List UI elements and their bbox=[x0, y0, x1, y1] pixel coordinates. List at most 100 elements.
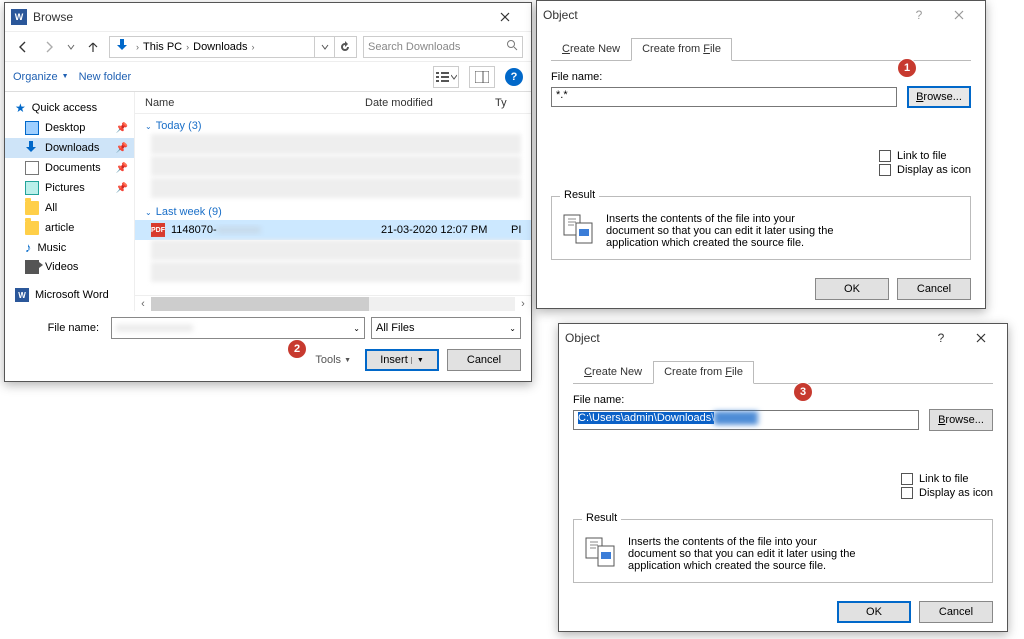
close-button[interactable] bbox=[961, 326, 1001, 350]
insert-button[interactable]: Insert ▼ bbox=[365, 349, 439, 371]
tab-create-new[interactable]: Create New bbox=[573, 361, 653, 384]
object2-titlebar: Object ? bbox=[559, 324, 1007, 352]
sidebar-item-desktop[interactable]: Desktop📌 bbox=[5, 118, 134, 138]
col-type[interactable]: Ty bbox=[495, 97, 507, 109]
view-icons-button[interactable] bbox=[433, 66, 459, 88]
link-to-file-checkbox[interactable]: Link to file bbox=[901, 473, 993, 485]
sidebar-item-quickaccess[interactable]: ★ Quick access bbox=[5, 98, 134, 118]
sidebar-item-msword[interactable]: W Microsoft Word bbox=[5, 285, 134, 305]
chevron-down-icon: ⌄ bbox=[145, 122, 152, 131]
search-icon bbox=[506, 39, 518, 54]
folder-icon bbox=[25, 221, 39, 235]
browse-titlebar: W Browse bbox=[5, 3, 531, 31]
close-button[interactable] bbox=[939, 3, 979, 27]
cancel-button[interactable]: Cancel bbox=[447, 349, 521, 371]
tab-create-from-file[interactable]: Create from File bbox=[631, 38, 732, 61]
forward-button[interactable] bbox=[39, 37, 59, 57]
ok-button[interactable]: OK bbox=[815, 278, 889, 300]
blurred-file-row[interactable] bbox=[151, 178, 521, 198]
ok-button[interactable]: OK bbox=[837, 601, 911, 623]
callout-badge-1: 1 bbox=[897, 58, 917, 78]
pictures-icon bbox=[25, 181, 39, 195]
group-lastweek[interactable]: ⌄ Last week (9) bbox=[135, 200, 531, 220]
column-headers[interactable]: Name Date modified Ty bbox=[135, 92, 531, 114]
button-row: Tools▼ 2 Insert ▼ Cancel bbox=[5, 345, 531, 381]
filetype-select[interactable]: All Files⌄ bbox=[371, 317, 521, 339]
scroll-thumb[interactable] bbox=[151, 297, 369, 311]
help-button[interactable]: ? bbox=[899, 3, 939, 27]
scroll-right-button[interactable]: › bbox=[515, 298, 531, 310]
sidebar-item-article[interactable]: article bbox=[5, 218, 134, 238]
link-to-file-checkbox[interactable]: Link to file bbox=[879, 150, 971, 162]
scroll-left-button[interactable]: ‹ bbox=[135, 298, 151, 310]
checkbox-icon bbox=[901, 487, 913, 499]
sidebar-item-downloads[interactable]: Downloads📌 bbox=[5, 138, 134, 158]
tab-create-new[interactable]: Create New bbox=[551, 38, 631, 61]
sidebar-item-pictures[interactable]: Pictures📌 bbox=[5, 178, 134, 198]
blurred-file-row[interactable] bbox=[151, 134, 521, 154]
back-button[interactable] bbox=[13, 37, 33, 57]
filename-label: File name: bbox=[15, 322, 105, 334]
browse-title: Browse bbox=[33, 10, 73, 24]
nav-row: › This PC › Downloads › Search Downloads bbox=[5, 31, 531, 61]
cancel-button[interactable]: Cancel bbox=[919, 601, 993, 623]
scroll-track[interactable] bbox=[151, 297, 515, 311]
group-today[interactable]: ⌄ Today (3) bbox=[135, 114, 531, 134]
breadcrumb-thispc[interactable]: This PC bbox=[139, 41, 186, 53]
browse-button[interactable]: Browse... bbox=[907, 86, 971, 108]
breadcrumb-downloads[interactable]: Downloads bbox=[189, 41, 251, 53]
tab-create-from-file[interactable]: Create from File bbox=[653, 361, 754, 384]
col-name[interactable]: Name bbox=[145, 97, 365, 109]
sidebar-item-all[interactable]: All bbox=[5, 198, 134, 218]
help-button[interactable]: ? bbox=[505, 68, 523, 86]
pin-icon: 📌 bbox=[116, 163, 128, 174]
word-icon: W bbox=[11, 9, 27, 25]
object2-title: Object bbox=[565, 331, 600, 345]
filename-row: File name: xxxxxxxxxxxxxx ⌄ All Files⌄ bbox=[5, 311, 531, 345]
breadcrumb[interactable]: › This PC › Downloads › bbox=[109, 36, 357, 58]
music-icon: ♪ bbox=[25, 241, 32, 254]
breadcrumb-dropdown[interactable] bbox=[314, 37, 334, 57]
search-input[interactable]: Search Downloads bbox=[363, 36, 523, 58]
sidebar-item-documents[interactable]: Documents📌 bbox=[5, 158, 134, 178]
sidebar-item-videos[interactable]: Videos bbox=[5, 257, 134, 277]
close-button[interactable] bbox=[485, 5, 525, 29]
filename-input[interactable]: C:\Users\admin\Downloads\xxxxxxxx bbox=[573, 410, 919, 430]
blurred-file-row[interactable] bbox=[151, 156, 521, 176]
filename-input[interactable]: *.* bbox=[551, 87, 897, 107]
pin-icon: 📌 bbox=[116, 123, 128, 134]
newfolder-button[interactable]: New folder bbox=[79, 71, 132, 83]
filename-input[interactable]: xxxxxxxxxxxxxx ⌄ bbox=[111, 317, 365, 339]
display-as-icon-checkbox[interactable]: Display as icon bbox=[901, 487, 993, 499]
result-legend: Result bbox=[582, 512, 621, 524]
result-icon bbox=[584, 536, 618, 570]
help-button[interactable]: ? bbox=[921, 326, 961, 350]
browse-dialog: W Browse › This PC › Downloads › bbox=[4, 2, 532, 382]
blurred-file-row[interactable] bbox=[151, 262, 521, 282]
callout-badge-3: 3 bbox=[793, 382, 813, 402]
col-date[interactable]: Date modified bbox=[365, 97, 495, 109]
search-placeholder: Search Downloads bbox=[368, 41, 460, 53]
organize-button[interactable]: Organize▼ bbox=[13, 71, 69, 83]
up-button[interactable] bbox=[83, 37, 103, 57]
preview-pane-button[interactable] bbox=[469, 66, 495, 88]
horizontal-scrollbar[interactable]: ‹ › bbox=[135, 295, 531, 311]
refresh-button[interactable] bbox=[334, 37, 354, 57]
dialog-buttons: OK Cancel bbox=[559, 593, 1007, 631]
file-row-pdf[interactable]: PDF 1148070-xxxxxxxx 21-03-2020 12:07 PM… bbox=[135, 220, 531, 240]
object-dialog-1: Object ? Create New Create from File Fil… bbox=[536, 0, 986, 309]
tools-dropdown[interactable]: Tools▼ bbox=[315, 354, 351, 366]
checkbox-icon bbox=[879, 150, 891, 162]
object1-titlebar: Object ? bbox=[537, 1, 985, 29]
sidebar-item-music[interactable]: ♪ Music bbox=[5, 238, 134, 257]
object1-title: Object bbox=[543, 8, 578, 22]
recent-dropdown[interactable] bbox=[65, 37, 77, 57]
blurred-file-row[interactable] bbox=[151, 240, 521, 260]
file-pane: Name Date modified Ty ⌄ Today (3) ⌄ Last… bbox=[135, 92, 531, 311]
tabs: Create New Create from File bbox=[573, 360, 993, 384]
display-as-icon-checkbox[interactable]: Display as icon bbox=[879, 164, 971, 176]
downloads-icon bbox=[25, 141, 39, 155]
browse-button[interactable]: Browse... bbox=[929, 409, 993, 431]
folder-icon bbox=[25, 201, 39, 215]
cancel-button[interactable]: Cancel bbox=[897, 278, 971, 300]
